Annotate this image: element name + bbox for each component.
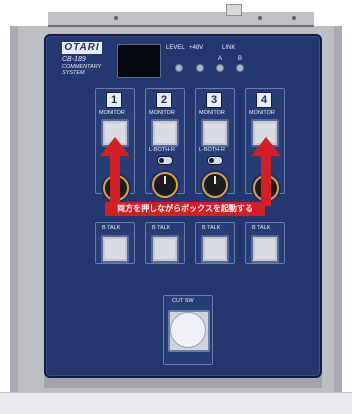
arrow-up-right-icon [251, 137, 281, 206]
arrow-up-left-icon [100, 137, 130, 206]
annotation-callout: 両方を押しながらボックスを起動する [105, 202, 265, 216]
